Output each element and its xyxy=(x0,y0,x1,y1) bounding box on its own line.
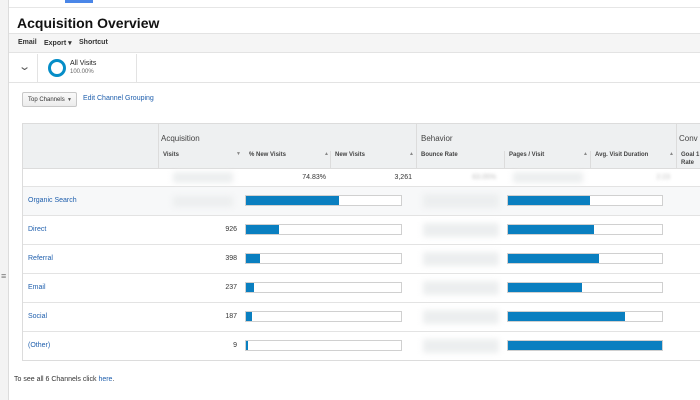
edit-channel-grouping-link[interactable]: Edit Channel Grouping xyxy=(83,95,154,102)
blurred-value xyxy=(173,196,233,207)
active-tab-indicator[interactable] xyxy=(65,0,93,3)
blurred-value xyxy=(513,172,583,183)
channel-link[interactable]: (Other) xyxy=(28,342,50,349)
group-behavior: Behavior xyxy=(421,134,453,143)
visits-value: 9 xyxy=(233,342,237,349)
chevron-down-icon[interactable]: ⌄ xyxy=(18,60,31,73)
visits-value: 398 xyxy=(225,255,237,262)
sort-desc-icon[interactable]: ▼ xyxy=(236,151,241,157)
new-visits-pct-bar xyxy=(245,340,402,351)
table-row: Referral 398 xyxy=(23,245,700,274)
pages-per-visit-bar xyxy=(507,340,663,351)
segment-donut-icon xyxy=(48,59,66,77)
new-visits-pct-bar xyxy=(245,253,402,264)
segment-percentage: 100.00% xyxy=(70,69,94,75)
report-toolbar: Email Export ▾ Shortcut xyxy=(9,33,700,53)
page-title: Acquisition Overview xyxy=(17,15,160,31)
footer-note: To see all 6 Channels click here. xyxy=(14,376,115,383)
pages-per-visit-bar xyxy=(507,282,663,293)
total-new-visits: 3,261 xyxy=(394,174,412,181)
blurred-value xyxy=(423,223,499,237)
visits-value: 926 xyxy=(225,226,237,233)
left-rail[interactable]: ≡ xyxy=(0,0,9,400)
pages-per-visit-bar xyxy=(507,311,663,322)
bar-fill xyxy=(246,225,279,234)
bar-fill xyxy=(246,312,253,321)
channel-link[interactable]: Direct xyxy=(28,226,46,233)
divider xyxy=(136,54,137,83)
table-row: Organic Search xyxy=(23,187,700,216)
blurred-value xyxy=(423,310,499,324)
resize-grip-icon[interactable]: ≡ xyxy=(1,272,6,281)
pages-per-visit-bar xyxy=(507,253,663,264)
total-new-visits-pct: 74.83% xyxy=(302,174,326,181)
new-visits-pct-bar xyxy=(245,282,402,293)
bar-fill xyxy=(508,196,590,205)
total-bounce-rate: 63.05% xyxy=(472,174,496,181)
blurred-value xyxy=(173,172,233,183)
visits-value: 237 xyxy=(225,284,237,291)
column-goal-rate[interactable]: Goal 1 Rate xyxy=(681,151,699,167)
segment-row: ⌄ All Visits 100.00% xyxy=(9,54,700,83)
table-row: Social 187 xyxy=(23,303,700,332)
email-button[interactable]: Email xyxy=(18,39,37,46)
column-new-visits[interactable]: New Visits xyxy=(335,151,365,159)
shortcut-button[interactable]: Shortcut xyxy=(79,39,108,46)
blurred-value xyxy=(423,281,499,295)
pages-per-visit-bar xyxy=(507,195,663,206)
new-visits-pct-bar xyxy=(245,224,402,235)
column-bounce-rate[interactable]: Bounce Rate xyxy=(421,151,458,159)
table-header: Acquisition Behavior Conv Visits ▼ % New… xyxy=(23,124,700,169)
column-avg-visit-duration[interactable]: Avg. Visit Duration xyxy=(595,151,648,159)
group-conversions: Conv xyxy=(679,134,698,143)
caret-down-icon: ▼ xyxy=(67,97,72,103)
channel-link[interactable]: Email xyxy=(28,284,46,291)
bar-fill xyxy=(508,254,599,263)
bar-fill xyxy=(508,283,582,292)
blurred-value xyxy=(423,252,499,266)
channel-link[interactable]: Social xyxy=(28,313,47,320)
blurred-value xyxy=(423,339,499,353)
bar-fill xyxy=(246,341,248,350)
new-visits-pct-bar xyxy=(245,311,402,322)
bar-fill xyxy=(508,225,595,234)
table-row: (Other) 9 xyxy=(23,332,700,360)
blurred-value xyxy=(423,194,499,208)
divider xyxy=(37,54,38,83)
see-all-channels-link[interactable]: here xyxy=(98,376,112,383)
group-acquisition: Acquisition xyxy=(161,134,200,143)
column-visits[interactable]: Visits xyxy=(163,151,179,159)
new-visits-pct-bar xyxy=(245,195,402,206)
visits-value: 187 xyxy=(225,313,237,320)
table-row: Email 237 xyxy=(23,274,700,303)
top-tab-strip xyxy=(9,0,700,8)
segment-name[interactable]: All Visits xyxy=(70,60,96,67)
channel-link[interactable]: Organic Search xyxy=(28,197,77,204)
channel-grouping-value: Top Channels xyxy=(28,97,65,103)
column-pages-per-visit[interactable]: Pages / Visit xyxy=(509,151,544,159)
bar-fill xyxy=(508,341,662,350)
acquisition-table: Acquisition Behavior Conv Visits ▼ % New… xyxy=(22,123,700,361)
sort-icon[interactable]: ▲ xyxy=(409,151,414,157)
pages-per-visit-bar xyxy=(507,224,663,235)
bar-fill xyxy=(246,254,260,263)
channel-link[interactable]: Referral xyxy=(28,255,53,262)
sort-icon[interactable]: ▲ xyxy=(669,151,674,157)
export-button[interactable]: Export ▾ xyxy=(44,39,72,47)
total-avg-duration: 2:23 xyxy=(656,174,670,181)
bar-fill xyxy=(246,283,254,292)
bar-fill xyxy=(508,312,626,321)
totals-row: 74.83% 3,261 63.05% 2:23 xyxy=(23,169,700,187)
column-new-visits-pct[interactable]: % New Visits xyxy=(249,151,286,159)
sort-icon[interactable]: ▲ xyxy=(324,151,329,157)
sort-icon[interactable]: ▲ xyxy=(583,151,588,157)
table-row: Direct 926 xyxy=(23,216,700,245)
channel-grouping-select[interactable]: Top Channels ▼ xyxy=(22,92,77,107)
bar-fill xyxy=(246,196,339,205)
